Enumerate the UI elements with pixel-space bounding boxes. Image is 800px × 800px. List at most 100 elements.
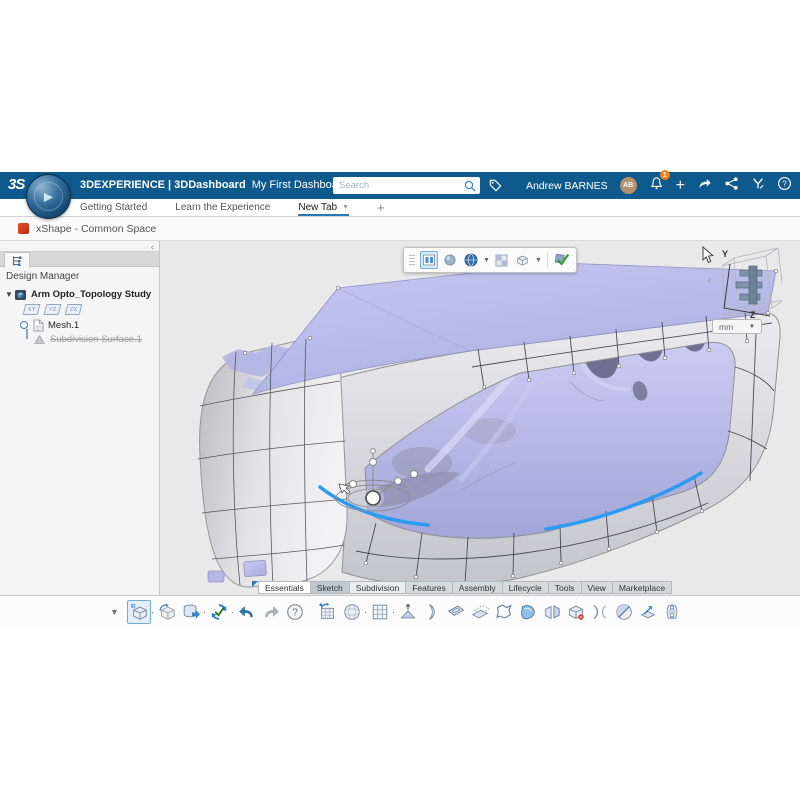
sphere-primitive-icon[interactable] xyxy=(340,600,364,624)
units-value: mm xyxy=(719,322,733,332)
chevron-down-icon[interactable]: ▼ xyxy=(535,257,542,264)
mesh-tab xyxy=(244,560,267,576)
texture-icon[interactable] xyxy=(493,251,511,269)
render-style-icon[interactable] xyxy=(462,251,480,269)
bridge-icon[interactable] xyxy=(588,600,612,624)
drag-handle[interactable] xyxy=(409,255,415,266)
compass-icon[interactable] xyxy=(26,174,71,219)
help-icon[interactable]: ? xyxy=(777,176,792,196)
3d-viewport[interactable]: ▼ ▼ xyxy=(160,241,800,595)
chevron-down-icon[interactable]: ▼ xyxy=(342,204,349,211)
user-name[interactable]: Andrew BARNES xyxy=(526,180,608,192)
tree-icon xyxy=(11,255,23,267)
update-icon[interactable] xyxy=(207,600,231,624)
tab-getting-started[interactable]: Getting Started xyxy=(80,199,147,216)
frame-icon[interactable] xyxy=(444,600,468,624)
toolbar-collapse-icon[interactable]: ▼ xyxy=(110,607,119,617)
shaded-sphere-icon[interactable] xyxy=(441,251,459,269)
tree-item-label: Mesh.1 xyxy=(48,320,79,331)
product-icon xyxy=(14,288,27,301)
tag-icon[interactable] xyxy=(488,178,503,198)
grid-primitive-icon[interactable] xyxy=(368,600,392,624)
view-toolbar: ▼ ▼ xyxy=(403,247,577,273)
open-icon[interactable] xyxy=(155,600,179,624)
mesh-tab xyxy=(208,571,224,582)
undo-icon[interactable] xyxy=(235,600,259,624)
section-tab-lifecycle[interactable]: Lifecycle xyxy=(503,581,549,594)
design-manager-panel: ‹ Design Manager ▼ Arm Opto_Topology Stu… xyxy=(0,241,160,595)
chevron-down-icon[interactable]: ▼ xyxy=(483,257,490,264)
network-icon[interactable] xyxy=(724,176,739,196)
swym-icon[interactable] xyxy=(751,176,765,196)
tree-item-subdivision-surface[interactable]: Subdivision Surface.1 xyxy=(0,332,159,346)
redo-icon[interactable] xyxy=(259,600,283,624)
bend-icon[interactable] xyxy=(420,600,444,624)
app-header: xShape - Common Space xyxy=(0,217,800,240)
help-icon[interactable] xyxy=(283,600,307,624)
xshape-app-icon xyxy=(18,223,29,234)
action-bar: ▼ · · · · · xyxy=(0,595,800,628)
tree-planes-row: XY YZ ZX xyxy=(0,302,159,316)
extrude-face-icon[interactable] xyxy=(396,600,420,624)
split-view-icon[interactable] xyxy=(420,251,438,269)
new-content-icon[interactable] xyxy=(127,600,151,624)
bell-icon[interactable]: 1 xyxy=(649,175,664,196)
search-input[interactable]: Search xyxy=(333,177,480,194)
section-tab-view[interactable]: View xyxy=(582,581,613,594)
section-tab-sketch[interactable]: Sketch xyxy=(311,581,350,594)
axis-y-label: Y xyxy=(722,249,728,259)
action-bar-tabs: Essentials Sketch Subdivision Features A… xyxy=(252,581,672,594)
plane-yz-icon[interactable]: YZ xyxy=(44,304,62,315)
3d-model[interactable] xyxy=(160,241,800,595)
search-icon[interactable] xyxy=(463,179,477,193)
screenshot-canvas: 3S 3DEXPERIENCE | 3DDashboard My First D… xyxy=(0,0,800,800)
fill-icon[interactable] xyxy=(516,600,540,624)
panel-tab-strip xyxy=(0,251,159,267)
save-icon[interactable] xyxy=(179,600,203,624)
add-tab-button[interactable]: + xyxy=(377,199,385,216)
view-cube-icon[interactable] xyxy=(514,251,532,269)
manipulator-center[interactable] xyxy=(366,491,380,505)
split-icon[interactable] xyxy=(540,600,564,624)
status-circle-icon xyxy=(20,321,28,329)
chevron-down-icon: ▼ xyxy=(749,324,755,330)
dashboard-tab-bar: Getting Started Learn the Experience New… xyxy=(0,199,800,217)
plane-zx-icon[interactable]: ZX xyxy=(65,304,83,315)
tab-design-manager[interactable] xyxy=(4,252,30,268)
avatar[interactable]: AB xyxy=(620,177,637,194)
align-icon[interactable] xyxy=(636,600,660,624)
tree-item-label: Arm Opto_Topology Study 1_deform... xyxy=(31,289,153,300)
section-tab-subdivision[interactable]: Subdivision xyxy=(350,581,406,594)
3ds-logo-icon: 3S xyxy=(8,176,24,193)
section-tab-tools[interactable]: Tools xyxy=(549,581,582,594)
app-title: xShape - Common Space xyxy=(36,223,156,235)
add-icon[interactable]: + xyxy=(676,178,685,194)
subdivision-surface-icon xyxy=(33,334,46,345)
plane-xy-icon[interactable]: XY xyxy=(23,304,41,315)
units-dropdown[interactable]: mm ▼ xyxy=(712,319,762,334)
dashboard-selector[interactable]: 3DEXPERIENCE | 3DDashboard My First Dash… xyxy=(80,179,362,191)
section-tab-assembly[interactable]: Assembly xyxy=(453,581,503,594)
tab-learn-the-experience[interactable]: Learn the Experience xyxy=(175,199,270,216)
tree-item-mesh[interactable]: Mesh.1 xyxy=(0,318,159,332)
top-bar: 3S 3DEXPERIENCE | 3DDashboard My First D… xyxy=(0,172,800,199)
triad-model-preview xyxy=(736,266,762,304)
expand-arrow-icon[interactable]: ▼ xyxy=(4,290,14,299)
section-tab-essentials[interactable]: Essentials xyxy=(258,581,311,594)
offset-icon[interactable] xyxy=(468,600,492,624)
box-primitive-icon[interactable] xyxy=(316,600,340,624)
tab-new-tab[interactable]: New Tab▼ xyxy=(298,199,349,216)
loop-icon[interactable] xyxy=(492,600,516,624)
update-check-icon[interactable] xyxy=(553,251,571,269)
tree-item-root[interactable]: ▼ Arm Opto_Topology Study 1_deform... xyxy=(0,287,159,301)
triad-collapse-button[interactable]: ‹ xyxy=(708,275,711,286)
share-icon[interactable] xyxy=(697,176,712,196)
brand-title: 3DEXPERIENCE | 3DDashboard xyxy=(80,179,246,191)
section-tab-features[interactable]: Features xyxy=(406,581,453,594)
symmetry-icon[interactable] xyxy=(660,600,684,624)
notification-badge: 1 xyxy=(660,170,670,180)
search-placeholder: Search xyxy=(333,180,463,191)
trim-sphere-icon[interactable] xyxy=(612,600,636,624)
section-tab-marketplace[interactable]: Marketplace xyxy=(613,581,672,594)
delete-face-icon[interactable] xyxy=(564,600,588,624)
